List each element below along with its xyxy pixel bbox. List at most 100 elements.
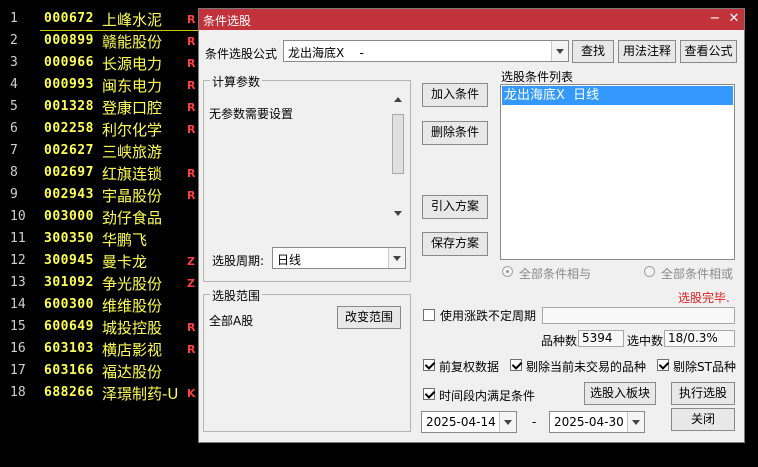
stock-name: 闽东电力 [102, 77, 163, 95]
stock-code: 600649 [44, 319, 94, 334]
forward-adjusted-label: 前复权数据 [439, 360, 500, 374]
stock-name: 长源电力 [102, 55, 163, 73]
formula-label: 条件选股公式 [205, 47, 278, 61]
stock-name: 登康口腔 [102, 99, 163, 117]
range-group: 选股范围 全部A股 改变范围 [203, 287, 411, 432]
uncertain-period-label: 使用涨跌不定周期 [440, 309, 537, 323]
stock-code: 002627 [44, 143, 94, 158]
stock-row[interactable]: 6 002258 利尔化学 R [0, 118, 200, 140]
chevron-down-icon[interactable] [627, 412, 644, 432]
stock-flag: R [187, 35, 196, 48]
stock-row[interactable]: 2 000899 赣能股份 R [0, 30, 200, 52]
delete-condition-button[interactable]: 删除条件 [422, 121, 488, 145]
dialog-titlebar[interactable]: 条件选股 − ✕ [199, 9, 744, 30]
stock-list: 1 000672 上峰水泥 R 2 000899 赣能股份 R 3 000966 长源电力 R 4 000… [0, 0, 200, 467]
all-or-radio[interactable] [644, 266, 655, 277]
all-and-label: 全部条件相与 [519, 267, 592, 281]
count-value: 5394 [578, 330, 624, 347]
row-index: 11 [10, 231, 26, 246]
chevron-down-icon[interactable] [551, 41, 568, 61]
execute-selection-button[interactable]: 执行选股 [671, 382, 735, 405]
all-and-radio[interactable] [502, 266, 513, 277]
chevron-down-icon[interactable] [388, 248, 405, 268]
row-index: 16 [10, 341, 26, 356]
row-index: 4 [10, 77, 18, 92]
close-icon[interactable]: ✕ [726, 11, 742, 27]
scroll-down-icon[interactable] [394, 211, 402, 216]
stock-row[interactable]: 1 000672 上峰水泥 R [0, 8, 200, 30]
stock-code: 002697 [44, 165, 94, 180]
selected-value: 18/0.3% [664, 330, 735, 347]
exclude-st-checkbox[interactable] [657, 359, 669, 371]
stock-code: 000899 [44, 33, 94, 48]
condition-list[interactable]: 龙出海底X 日线 [500, 84, 735, 260]
stock-code: 603166 [44, 363, 94, 378]
stock-name: 福达股份 [102, 363, 163, 381]
stock-row[interactable]: 17 603166 福达股份 [0, 360, 200, 382]
minimize-icon[interactable]: − [707, 11, 723, 27]
params-group-title: 计算参数 [210, 73, 263, 90]
stock-row[interactable]: 7 002627 三峡旅游 [0, 140, 200, 162]
stock-flag: R [187, 123, 196, 136]
stock-code: 300945 [44, 253, 94, 268]
stock-code: 301092 [44, 275, 94, 290]
add-condition-button[interactable]: 加入条件 [422, 83, 488, 107]
stock-row[interactable]: 11 300350 华鹏飞 [0, 228, 200, 250]
params-group: 计算参数 无参数需要设置 选股周期: 日线 [203, 73, 411, 282]
add-to-block-button[interactable]: 选股入板块 [584, 382, 656, 405]
stock-row[interactable]: 4 000993 闽东电力 R [0, 74, 200, 96]
stock-flag: R [187, 321, 196, 334]
close-button[interactable]: 关闭 [671, 408, 735, 431]
import-scheme-button[interactable]: 引入方案 [422, 195, 488, 219]
stock-row[interactable]: 9 002943 宇晶股份 R [0, 184, 200, 206]
row-index: 3 [10, 55, 18, 70]
period-meet-checkbox[interactable] [423, 388, 435, 400]
uncertain-period-checkbox[interactable] [423, 309, 435, 321]
date-to-value: 2025-04-30 [554, 415, 624, 429]
stock-flag: R [187, 167, 196, 180]
formula-select[interactable]: 龙出海底X - [283, 40, 569, 62]
stock-row[interactable]: 5 001328 登康口腔 R [0, 96, 200, 118]
scroll-thumb[interactable] [392, 114, 404, 174]
params-scrollbar[interactable] [391, 95, 405, 221]
stock-name: 利尔化学 [102, 121, 163, 139]
date-from-select[interactable]: 2025-04-14 [421, 411, 517, 433]
stock-row[interactable]: 10 003000 劲仔食品 [0, 206, 200, 228]
range-value: 全部A股 [209, 314, 254, 328]
row-index: 2 [10, 33, 18, 48]
chevron-down-icon[interactable] [499, 412, 516, 432]
stock-row[interactable]: 16 603103 横店影视 R [0, 338, 200, 360]
find-button[interactable]: 查找 [572, 40, 614, 63]
stock-code: 300350 [44, 231, 94, 246]
change-range-button[interactable]: 改变范围 [337, 306, 401, 329]
stock-row[interactable]: 15 600649 城投控股 R [0, 316, 200, 338]
period-select[interactable]: 日线 [272, 247, 406, 269]
period-label: 选股周期: [212, 254, 265, 268]
stock-name: 争光股份 [102, 275, 163, 293]
stock-row[interactable]: 8 002697 红旗连锁 R [0, 162, 200, 184]
exclude-untraded-label: 剔除当前未交易的品种 [526, 360, 647, 374]
date-to-select[interactable]: 2025-04-30 [549, 411, 645, 433]
exclude-st-label: 剔除ST品种 [673, 360, 736, 374]
stock-name: 三峡旅游 [102, 143, 163, 161]
stock-name: 横店影视 [102, 341, 163, 359]
stock-name: 宇晶股份 [102, 187, 163, 205]
view-formula-button[interactable]: 查看公式 [680, 40, 737, 63]
usage-notes-button[interactable]: 用法注释 [618, 40, 676, 63]
stock-row[interactable]: 3 000966 长源电力 R [0, 52, 200, 74]
uncertain-period-field[interactable] [542, 307, 735, 324]
condition-list-label: 选股条件列表 [501, 70, 574, 84]
scroll-up-icon[interactable] [394, 97, 402, 102]
save-scheme-button[interactable]: 保存方案 [422, 232, 488, 256]
stock-name: 赣能股份 [102, 33, 163, 51]
stock-row[interactable]: 18 688266 泽璟制药-U K [0, 382, 200, 404]
stock-row[interactable]: 12 300945 曼卡龙 Z [0, 250, 200, 272]
period-value: 日线 [277, 253, 302, 267]
forward-adjusted-checkbox[interactable] [423, 359, 435, 371]
stock-row[interactable]: 14 600300 维维股份 [0, 294, 200, 316]
exclude-untraded-checkbox[interactable] [510, 359, 522, 371]
stock-flag: Z [187, 277, 195, 290]
condition-item[interactable]: 龙出海底X 日线 [502, 86, 733, 105]
stock-row[interactable]: 13 301092 争光股份 Z [0, 272, 200, 294]
stock-flag: R [187, 57, 196, 70]
